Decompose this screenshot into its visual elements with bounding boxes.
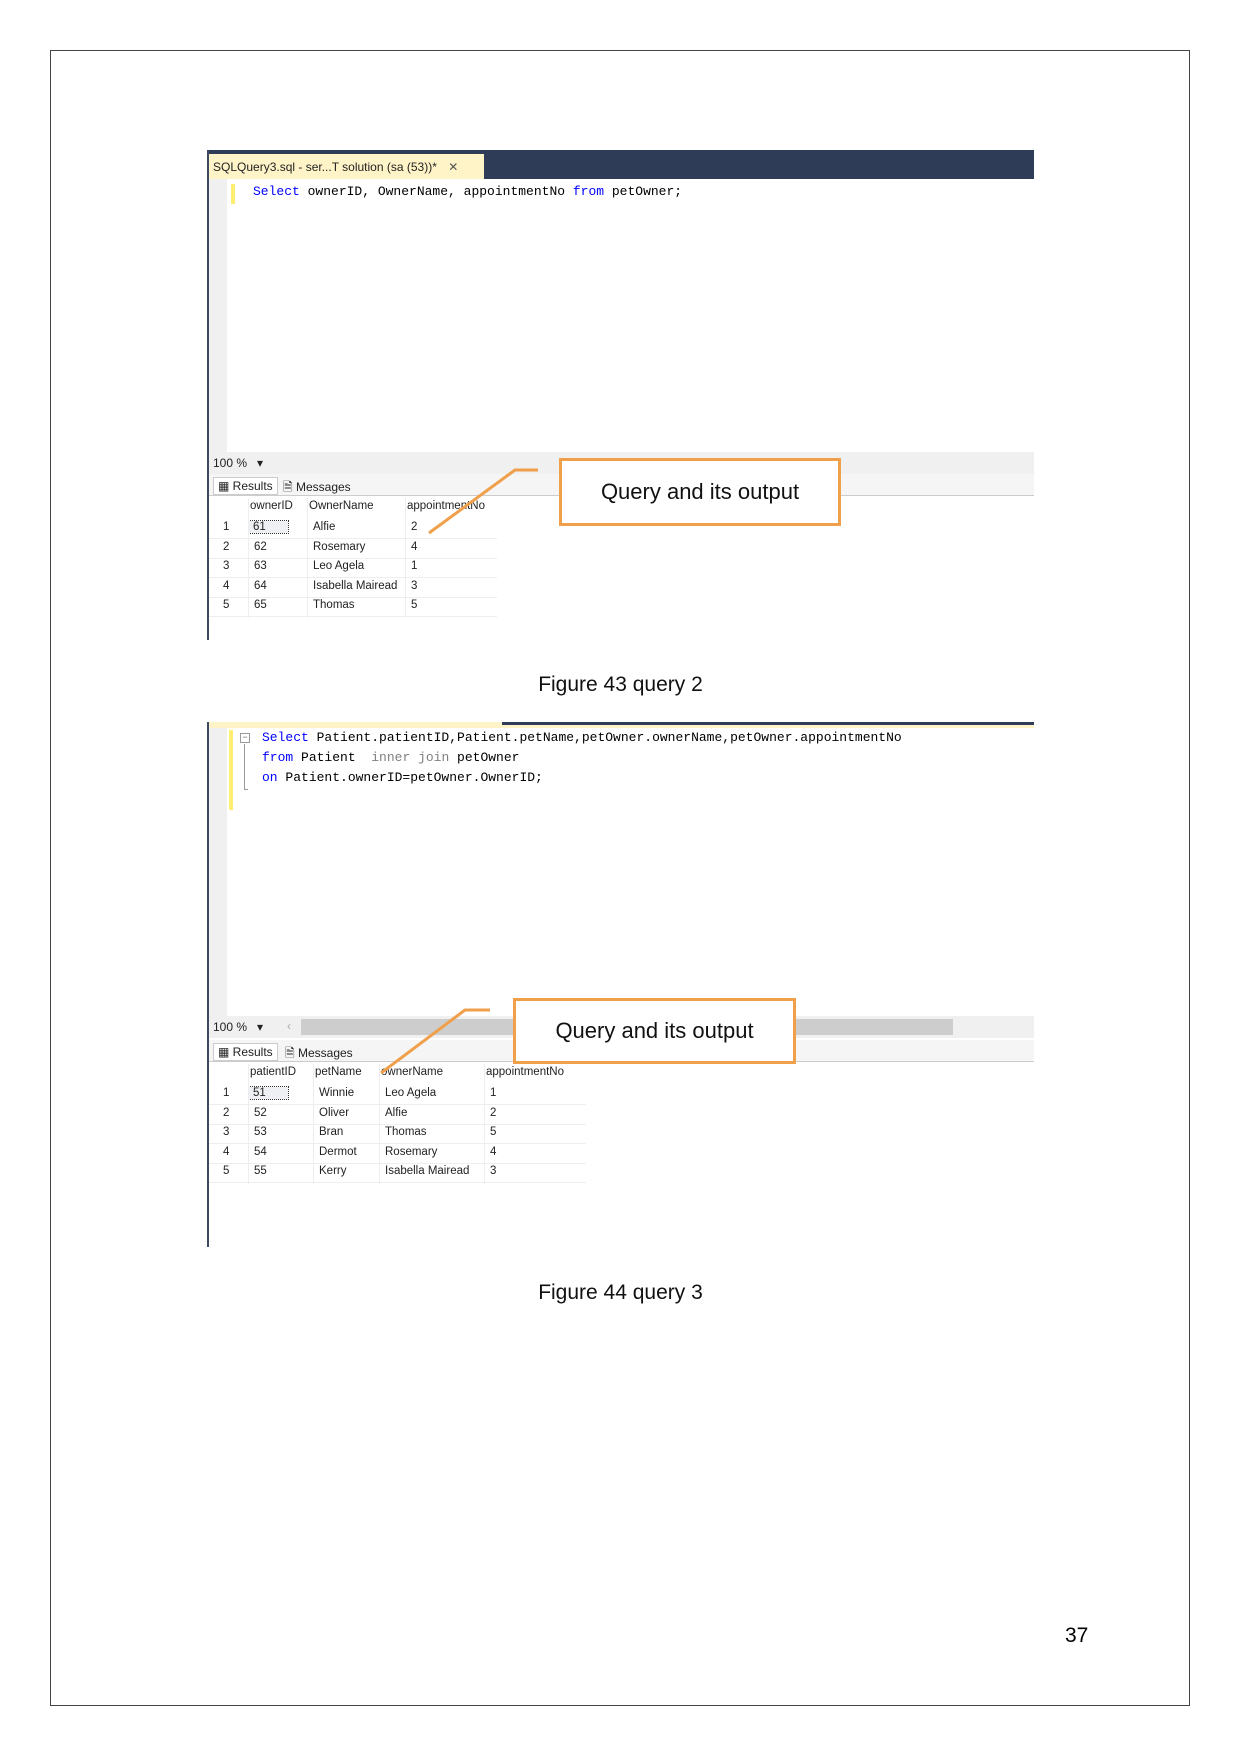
table-cell[interactable]: 62 [254, 541, 267, 553]
tab-results[interactable]: ▦ Results [213, 477, 278, 495]
row-number[interactable]: 3 [223, 1126, 229, 1138]
close-icon[interactable]: ✕ [448, 160, 458, 174]
zoom-select[interactable]: 100 % ▾ [213, 1020, 263, 1034]
row-divider [209, 557, 497, 559]
row-number[interactable]: 5 [223, 599, 229, 611]
code-line-2[interactable]: from Patient inner join petOwner [262, 750, 519, 765]
table-cell[interactable]: Rosemary [385, 1146, 437, 1158]
column-divider [379, 1064, 380, 1184]
table-cell[interactable]: 2 [490, 1107, 496, 1119]
table-cell[interactable]: Isabella Mairead [385, 1165, 469, 1177]
table-cell[interactable]: Thomas [385, 1126, 427, 1138]
row-number[interactable]: 1 [223, 521, 229, 533]
row-number[interactable]: 3 [223, 560, 229, 572]
table-cell[interactable]: Alfie [313, 521, 335, 533]
row-divider [209, 1104, 586, 1105]
code-line-1[interactable]: Select Patient.patientID,Patient.petName… [262, 730, 902, 745]
row-divider [209, 538, 497, 539]
table-cell[interactable]: Alfie [385, 1107, 407, 1119]
table-cell[interactable]: 61 [248, 520, 289, 534]
figure-caption: Figure 43 query 2 [538, 673, 703, 696]
code-line-3[interactable]: on Patient.ownerID=petOwner.OwnerID; [262, 770, 543, 785]
column-header[interactable]: ownerID [250, 500, 293, 512]
column-header[interactable]: petName [315, 1066, 362, 1078]
column-divider [484, 1064, 485, 1184]
table-cell[interactable]: Isabella Mairead [313, 580, 397, 592]
table-cell[interactable]: 3 [490, 1165, 496, 1177]
table-cell[interactable]: Oliver [319, 1107, 349, 1119]
table-cell[interactable]: 53 [254, 1126, 267, 1138]
tab-bar-edge [502, 722, 1034, 725]
table-cell[interactable]: Kerry [319, 1165, 346, 1177]
editor-gutter [209, 728, 227, 1016]
tab-results[interactable]: ▦ Results [213, 1043, 278, 1061]
callout-box: Query and its output [559, 458, 841, 526]
row-divider [209, 1162, 586, 1164]
table-cell[interactable]: Rosemary [313, 541, 365, 553]
column-divider [248, 498, 249, 618]
table-cell[interactable]: 2 [411, 521, 417, 533]
table-cell[interactable]: 51 [248, 1086, 289, 1100]
row-number[interactable]: 5 [223, 1165, 229, 1177]
scroll-left-icon[interactable]: ‹ [287, 1019, 291, 1033]
row-number[interactable]: 2 [223, 541, 229, 553]
column-header[interactable]: OwnerName [309, 500, 374, 512]
collapse-icon[interactable]: − [240, 733, 250, 743]
table-cell[interactable]: 65 [254, 599, 267, 611]
row-divider [209, 616, 497, 617]
row-divider [209, 596, 497, 598]
row-number[interactable]: 4 [223, 580, 229, 592]
row-divider [209, 1143, 586, 1144]
table-cell[interactable]: 1 [490, 1087, 496, 1099]
change-marker [231, 184, 235, 204]
table-cell[interactable]: Thomas [313, 599, 355, 611]
outline-bracket [244, 744, 248, 790]
row-divider [209, 1123, 586, 1125]
tab-messages[interactable]: 🗎 Messages [279, 477, 355, 500]
editor-gutter [209, 179, 227, 454]
results-grid: patientID petName ownerName appointmentNo 1 5… [209, 1064, 589, 1204]
column-divider [405, 498, 406, 618]
column-header[interactable]: patientID [250, 1066, 296, 1078]
column-divider [248, 1064, 249, 1184]
table-cell[interactable]: 55 [254, 1165, 267, 1177]
table-cell[interactable]: 52 [254, 1107, 267, 1119]
row-divider [209, 1182, 586, 1183]
table-cell[interactable]: Bran [319, 1126, 343, 1138]
row-divider [209, 577, 497, 578]
column-header[interactable]: appointmentNo [486, 1066, 564, 1078]
results-grid: ownerID OwnerName appointmentNo 1 61 Alfie 2 2 6… [209, 498, 509, 638]
tab-messages[interactable]: 🗎 Messages [281, 1043, 357, 1066]
table-cell[interactable]: Winnie [319, 1087, 354, 1099]
table-cell[interactable]: Leo Agela [313, 560, 364, 572]
zoom-select[interactable]: 100 % ▾ [213, 456, 263, 470]
table-cell[interactable]: 64 [254, 580, 267, 592]
row-number[interactable]: 1 [223, 1087, 229, 1099]
row-number[interactable]: 2 [223, 1107, 229, 1119]
page-number: 37 [1065, 1624, 1089, 1647]
table-cell[interactable]: 5 [490, 1126, 496, 1138]
callout-box: Query and its output [513, 998, 796, 1064]
table-cell[interactable]: 5 [411, 599, 417, 611]
table-cell[interactable]: Dermot [319, 1146, 357, 1158]
row-number[interactable]: 4 [223, 1146, 229, 1158]
column-header[interactable]: ownerName [381, 1066, 443, 1078]
change-marker [229, 730, 233, 810]
ssms-screenshot-query2: SQLQuery3.sql - ser...T solution (sa (53… [207, 150, 1034, 640]
table-cell[interactable]: 63 [254, 560, 267, 572]
table-cell[interactable]: 4 [490, 1146, 496, 1158]
table-cell[interactable]: Leo Agela [385, 1087, 436, 1099]
figure-caption: Figure 44 query 3 [538, 1281, 703, 1304]
table-cell[interactable]: 1 [411, 560, 417, 572]
table-cell[interactable]: 4 [411, 541, 417, 553]
table-cell[interactable]: 3 [411, 580, 417, 592]
column-header[interactable]: appointmentNo [407, 500, 485, 512]
column-divider [307, 498, 308, 618]
table-cell[interactable]: 54 [254, 1146, 267, 1158]
ssms-screenshot-query3: − Select Patient.patientID,Patient.petNa… [207, 722, 1034, 1247]
column-divider [313, 1064, 314, 1184]
code-line[interactable]: Select ownerID, OwnerName, appointmentNo… [253, 184, 682, 199]
document-tab[interactable]: SQLQuery3.sql - ser...T solution (sa (53… [209, 154, 484, 179]
